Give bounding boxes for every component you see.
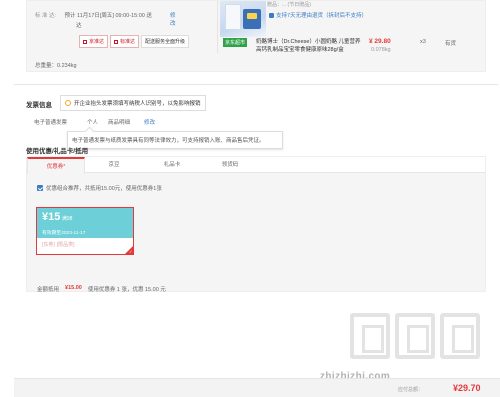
tab-gift-card[interactable]: 礼品卡 [143,157,201,172]
product-gift-note: 赠品：... (节日赠品) [267,2,311,8]
product-title[interactable]: 奶酪博士（Dr.Cheese）小圆奶酪 儿童营养高钙乳制品宝宝零食健康原味28g… [256,38,364,54]
total-weight: 总重量：0.234kg [35,63,77,69]
coupon-sum-detail: 使用优惠券 1 张，优惠 15.00 元 [87,287,166,293]
coupon-card[interactable]: ¥15 满98 有效期至2023-11-17 [东券] [限品类] ✓ [36,207,134,255]
coupon-sum-label: 金额抵用 [37,287,60,293]
coupon-tabs: 优惠券* 京豆 礼品卡 领货码 [27,157,485,174]
return-policy-icon [269,12,274,18]
product-weight: 0.078kg [371,47,391,53]
service-tag-biaozhunda: 标准达 [110,35,140,48]
tab-jingdou[interactable]: 京豆 [85,157,143,172]
warning-icon [65,100,71,106]
total-payable-amount: ¥29.70 [453,383,481,393]
invoice-content-option: 商品明细 [108,120,131,126]
product-price: ¥ 29.80 [369,38,391,45]
service-tag-jingzhunda: 京准达 [79,35,109,48]
order-submit-bar [14,378,500,397]
invoice-hint: 开企业抬头发票须填写纳税人识别号，以免影响报销 [60,95,206,111]
service-icon [83,39,87,44]
total-payable-label: 应付总额： [398,387,424,393]
column-divider [217,1,218,53]
invoice-title: 发票信息 [26,102,52,109]
coupon-condition: 满98 [61,216,73,222]
coupon-panel: 优惠券* 京豆 礼品卡 领货码 优惠组合推荐，共抵用15.00元，使用优惠券1张… [26,156,486,293]
return-policy: 支持7天无理由退货（拆封后不支持） [269,11,367,19]
watermark-logo [350,313,480,359]
coupon-expiry: 有效期至2023-11-17 [42,231,86,236]
jd-supermarket-badge: 京东超市 [223,38,248,47]
product-stock-status: 有货 [445,41,457,47]
coupon-combo-text: 优惠组合推荐，共抵用15.00元，使用优惠券1张 [46,186,162,192]
delivery-time-value: 预计 11月17日[周五] 09:00-15:00 送 [64,13,152,19]
delivery-time-label: 标 准 达: [35,13,57,19]
shipping-section: 标 准 达: 预计 11月17日[周五] 09:00-15:00 送 修改 达 … [26,0,486,72]
service-icon [114,39,119,44]
coupon-heading: 使用优惠/礼品卡/抵用 [26,148,89,155]
delivery-time-row: 标 准 达: 预计 11月17日[周五] 09:00-15:00 送 修改 达 [35,11,176,29]
product-image[interactable] [220,1,266,37]
coupon-summary: 金额抵用 ¥15.00 使用优惠券 1 张，优惠 15.00 元 [37,285,166,293]
edit-delivery-time-link[interactable]: 修改 [170,11,176,27]
tab-redeem-code[interactable]: 领货码 [201,157,259,172]
coupon-sum-amount: ¥15.00 [65,285,82,291]
coupon-tag-dongquan: [东券] [42,242,55,248]
coupon-amount: ¥15 [42,211,61,223]
section-divider [14,84,498,85]
invoice-type: 电子普通发票 [34,120,68,126]
edit-invoice-link[interactable]: 修改 [144,118,155,126]
product-quantity: x3 [420,39,426,45]
service-tags: 京准达 标准达 配送服务全面升级 [79,35,190,48]
invoice-title-option: 个人 [87,120,99,126]
tab-coupons[interactable]: 优惠券* [27,157,85,174]
checkbox-checked-icon[interactable] [37,185,43,191]
coupon-combo-option[interactable]: 优惠组合推荐，共抵用15.00元，使用优惠券1张 [37,184,162,192]
delivery-time-value-line2: 达 [76,23,82,29]
service-tag-upgrade: 配送服务全面升级 [141,35,190,48]
coupon-tag-category: [限品类] [56,242,75,248]
invoice-tooltip: 电子普通发票与纸质发票具有同等法律效力，可支持报销入账、商品售后凭证。 [67,131,283,149]
selected-check-icon: ✓ [129,248,133,254]
